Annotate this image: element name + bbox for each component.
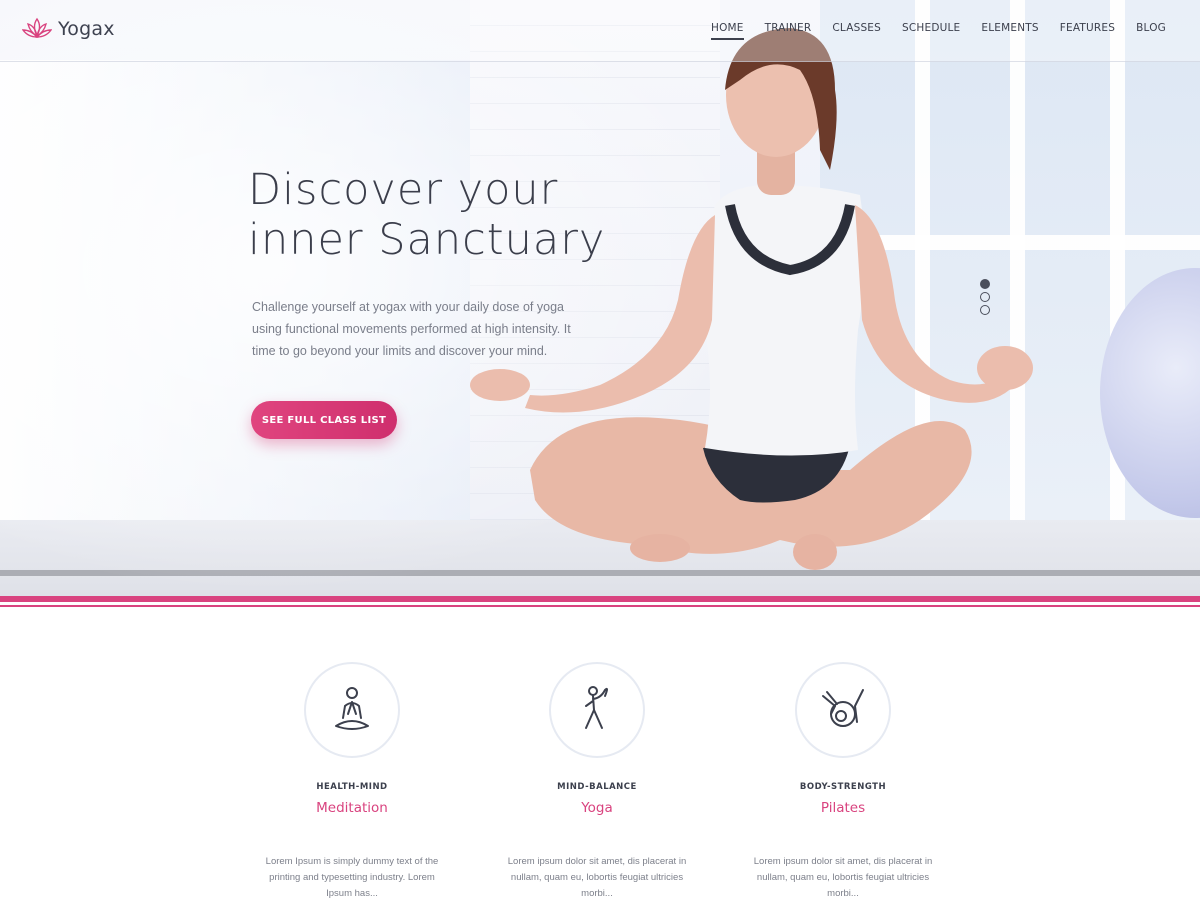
slider-pagination: [980, 279, 990, 315]
brand-name: Yogax: [58, 18, 115, 40]
nav-item-classes[interactable]: CLASSES: [832, 22, 881, 40]
see-full-class-list-button[interactable]: SEE FULL CLASS LIST: [251, 401, 397, 439]
yoga-pose-icon: [585, 686, 608, 729]
feature-kicker: BODY-STRENGTH: [799, 782, 887, 792]
feature-icon-circle: [795, 662, 891, 758]
main-nav: HOME TRAINER CLASSES SCHEDULE ELEMENTS F…: [710, 22, 1166, 40]
meditating-woman-image: [470, 28, 1033, 570]
nav-item-elements[interactable]: ELEMENTS: [981, 22, 1038, 40]
nav-item-blog[interactable]: BLOG: [1136, 22, 1166, 40]
site-header: Yogax HOME TRAINER CLASSES SCHEDULE ELEM…: [0, 0, 1200, 62]
feature-card-pilates[interactable]: BODY-STRENGTH Pilates Lorem ipsum dolor …: [743, 610, 943, 900]
hero-description: Challenge yourself at yogax with your da…: [252, 300, 571, 358]
feature-title[interactable]: Meditation: [252, 800, 452, 816]
feature-title[interactable]: Yoga: [497, 800, 697, 816]
slider-dot-1[interactable]: [980, 279, 990, 289]
feature-card-meditation[interactable]: HEALTH-MIND Meditation Lorem Ipsum is si…: [252, 610, 452, 900]
feature-kicker: HEALTH-MIND: [316, 782, 388, 792]
feature-icon-circle: [549, 662, 645, 758]
lotus-icon: [22, 17, 52, 38]
pilates-ball-icon: [822, 689, 864, 727]
feature-kicker: MIND-BALANCE: [557, 782, 637, 792]
hero-section: [0, 0, 1200, 596]
features-section: HEALTH-MIND Meditation Lorem Ipsum is si…: [0, 610, 1200, 900]
headline-line-2: inner Sanctuary: [248, 215, 606, 265]
feature-description: Lorem ipsum dolor sit amet, dis placerat…: [753, 856, 933, 899]
feature-icon-circle: [304, 662, 400, 758]
slider-dot-3[interactable]: [980, 305, 990, 315]
feature-description: Lorem ipsum dolor sit amet, dis placerat…: [507, 856, 687, 899]
nav-item-home[interactable]: HOME: [710, 22, 744, 40]
meditation-icon: [335, 687, 369, 730]
hero-headline: Discover your inner Sanctuary: [248, 165, 668, 265]
headline-line-1: Discover your: [248, 165, 559, 215]
slider-dot-2[interactable]: [980, 292, 990, 302]
nav-item-schedule[interactable]: SCHEDULE: [902, 22, 960, 40]
hero-divider: [0, 596, 1200, 610]
feature-card-yoga[interactable]: MIND-BALANCE Yoga Lorem ipsum dolor sit …: [497, 610, 697, 900]
site-logo[interactable]: Yogax: [22, 16, 115, 42]
nav-item-trainer[interactable]: TRAINER: [765, 22, 812, 40]
feature-description: Lorem Ipsum is simply dummy text of the …: [265, 856, 439, 899]
feature-title[interactable]: Pilates: [743, 800, 943, 816]
nav-item-features[interactable]: FEATURES: [1060, 22, 1115, 40]
